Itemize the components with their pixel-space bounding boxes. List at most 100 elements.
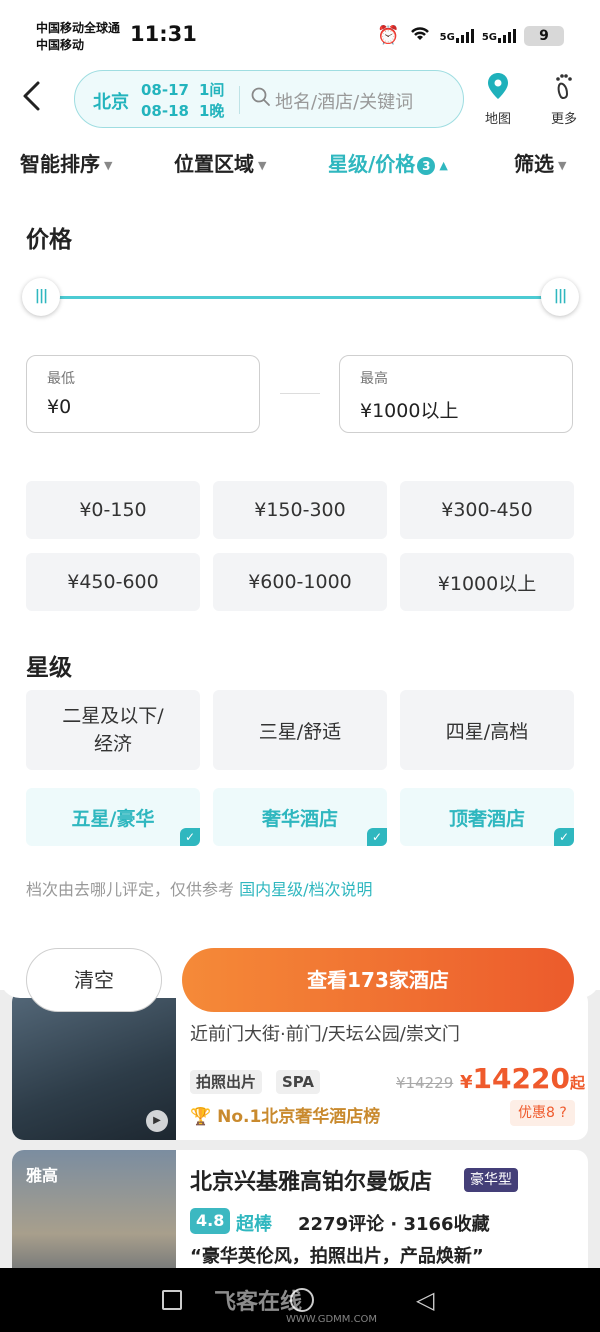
price-section-title: 价格 (26, 227, 72, 253)
signal-1-icon: 5G (439, 28, 474, 43)
room-count: 1间 (198, 81, 225, 99)
min-price-field[interactable]: 最低 ¥0 (26, 355, 260, 433)
city-selector[interactable]: 北京 (93, 88, 129, 114)
price-value: 14220 (472, 1062, 570, 1095)
tab-star-price[interactable]: 星级/价格 3 ▲ (328, 148, 448, 177)
play-icon[interactable]: ▶ (146, 1110, 168, 1132)
signal-2-icon: 5G (481, 28, 516, 43)
star-option[interactable]: 二星及以下/经济 (26, 690, 200, 770)
carrier-secondary: 中国移动 (36, 38, 85, 52)
checkmark-icon: ✓ (554, 828, 574, 846)
star-option-label: 四星/高档 (445, 720, 529, 743)
star-option-selected[interactable]: 顶奢酒店 ✓ (400, 788, 574, 846)
price-slider-track[interactable] (42, 296, 560, 299)
more-button[interactable]: 更多 (544, 72, 584, 127)
review-stats: 2279评论 · 3166收藏 (298, 1214, 490, 1235)
rating-score: 4.8 (190, 1208, 231, 1234)
watermark: 飞客在线 (214, 1290, 303, 1315)
network-type-2: 5G (481, 31, 497, 43)
price-option[interactable]: ¥0-150 (26, 481, 200, 539)
checkmark-icon: ✓ (180, 828, 200, 846)
caret-down-icon: ▼ (558, 159, 567, 172)
tab-label: 位置区域 (174, 152, 254, 176)
star-option-label: 奢华酒店 (261, 807, 338, 830)
back-nav-icon[interactable]: ◁ (416, 1286, 434, 1314)
price-slider-max-handle[interactable]: ||| (541, 278, 579, 316)
filter-count-badge: 3 (417, 156, 436, 175)
back-icon[interactable] (20, 80, 42, 119)
search-icon (251, 87, 271, 112)
original-price: ¥14229 (396, 1074, 454, 1092)
max-price-field[interactable]: 最高 ¥1000以上 (339, 355, 573, 433)
star-option-selected[interactable]: 奢华酒店 ✓ (213, 788, 387, 846)
star-option-label: 五星/豪华 (71, 807, 155, 830)
star-section-title: 星级 (26, 655, 72, 681)
trophy-icon: 🏆 (190, 1107, 212, 1127)
checkin-date: 08-17 (141, 81, 189, 99)
tab-smart-sort[interactable]: 智能排序 ▼ (20, 148, 112, 177)
watermark-url: WWW.GDMM.COM (286, 1314, 378, 1325)
network-type-1: 5G (439, 31, 455, 43)
price-currency: ¥ (460, 1072, 473, 1093)
star-option[interactable]: 四星/高档 (400, 690, 574, 770)
hotel-card[interactable]: ▶ 近前门大街·前门/天坛公园/崇文门 拍照出片 SPA ¥14229 ¥142… (12, 990, 588, 1140)
price-slider-min-handle[interactable]: ||| (22, 278, 60, 316)
carrier-primary: 中国移动全球通 (36, 21, 121, 35)
discount-text: 优惠8 (518, 1105, 555, 1121)
alarm-icon: ⏰ (377, 25, 400, 46)
tab-label: 筛选 (514, 152, 554, 176)
status-bar: 中国移动全球通 中国移动 11:31 ⏰ 5G 5G 9 (0, 0, 600, 66)
help-icon: ? (559, 1105, 567, 1121)
view-hotels-button[interactable]: 查看173家酒店 (182, 948, 574, 1012)
footprint-icon (544, 72, 584, 108)
review-quote: “豪华英伦风，拍照出片，产品焕新” (190, 1246, 484, 1267)
min-price-value: ¥0 (47, 396, 72, 418)
night-count: 1晚 (198, 102, 225, 120)
max-price-value: ¥1000以上 (360, 400, 459, 422)
star-option-selected[interactable]: 五星/豪华 ✓ (26, 788, 200, 846)
price-suffix: 起 (569, 1074, 585, 1092)
status-icons: ⏰ 5G 5G 9 (377, 24, 564, 47)
rating-explanation-link[interactable]: 国内星级/档次说明 (239, 880, 372, 899)
price-option[interactable]: ¥300-450 (400, 481, 574, 539)
wifi-icon (408, 24, 432, 47)
caret-up-icon: ▲ (439, 159, 448, 172)
search-input[interactable]: 地名/酒店/关键词 (275, 88, 413, 114)
discount-badge[interactable]: 优惠8 ? (510, 1100, 575, 1126)
tab-label: 智能排序 (20, 152, 100, 176)
price-option[interactable]: ¥150-300 (213, 481, 387, 539)
caret-down-icon: ▼ (104, 159, 113, 172)
hotel-price: ¥14220起 (460, 1062, 585, 1095)
ranking-badge: 🏆 No.1北京奢华酒店榜 (190, 1102, 380, 1127)
hotel-card[interactable]: 雅高 北京兴基雅高铂尔曼饭店 豪华型 4.8 超棒 2279评论 · 3166收… (12, 1150, 588, 1268)
tab-label: 星级/价格 (328, 152, 416, 176)
map-button[interactable]: 地图 (478, 72, 518, 127)
tab-location[interactable]: 位置区域 ▼ (174, 148, 266, 177)
map-pin-icon (478, 72, 518, 108)
price-option[interactable]: ¥600-1000 (213, 553, 387, 611)
hotel-type-badge: 豪华型 (464, 1168, 518, 1192)
recents-icon[interactable] (162, 1290, 182, 1310)
ranking-text: No.1北京奢华酒店榜 (217, 1107, 381, 1127)
hotel-list: ▶ 近前门大街·前门/天坛公园/崇文门 拍照出片 SPA ¥14229 ¥142… (0, 990, 600, 1268)
more-label: 更多 (550, 112, 577, 127)
search-bar[interactable]: 北京 08-17 1间 08-18 1晚 地名/酒店/关键词 (74, 70, 464, 128)
tab-filter[interactable]: 筛选 ▼ (514, 148, 566, 177)
rating-note: 档次由去哪儿评定，仅供参考 国内星级/档次说明 (26, 876, 373, 900)
hotel-tag: 拍照出片 (190, 1070, 263, 1094)
star-option[interactable]: 三星/舒适 (213, 690, 387, 770)
hotel-thumbnail: 雅高 (12, 1150, 176, 1268)
date-selector[interactable]: 08-17 1间 08-18 1晚 (141, 80, 234, 122)
system-nav-bar: ◁ 飞客在线 WWW.GDMM.COM (0, 1268, 600, 1332)
hotel-name: 北京兴基雅高铂尔曼饭店 (190, 1170, 433, 1195)
caret-down-icon: ▼ (258, 159, 267, 172)
rating-text: 超棒 (236, 1214, 272, 1235)
clear-button[interactable]: 清空 (26, 948, 162, 1012)
search-header: 北京 08-17 1间 08-18 1晚 地名/酒店/关键词 地图 更多 (0, 66, 600, 136)
price-option[interactable]: ¥450-600 (26, 553, 200, 611)
search-divider (239, 86, 240, 114)
price-option[interactable]: ¥1000以上 (400, 553, 574, 611)
brand-logo: 雅高 (26, 1166, 59, 1185)
rating-note-text: 档次由去哪儿评定，仅供参考 (26, 880, 235, 899)
carrier-info: 中国移动全球通 中国移动 (36, 20, 120, 54)
